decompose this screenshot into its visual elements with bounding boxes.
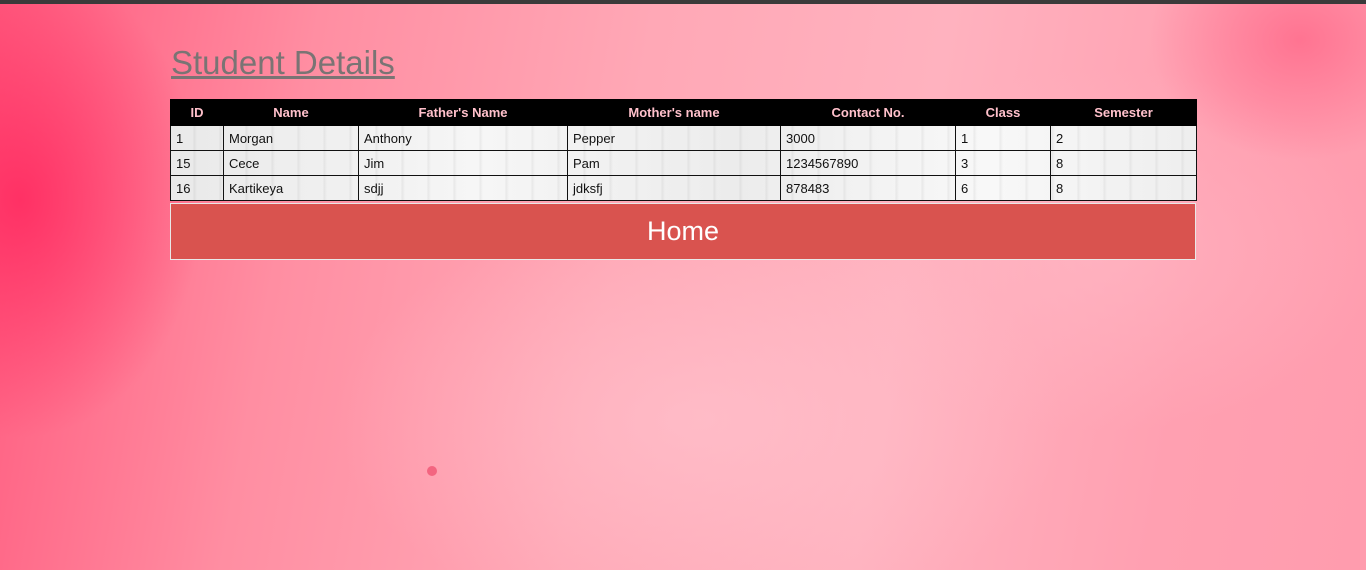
table-row: 1 Morgan Anthony Pepper 3000 1 2 bbox=[170, 125, 1197, 151]
column-header-class: Class bbox=[955, 99, 1051, 126]
column-header-fathers-name: Father's Name bbox=[358, 99, 568, 126]
cell-mothers-name: Pepper bbox=[567, 125, 781, 151]
cell-mothers-name: Pam bbox=[567, 150, 781, 176]
table-row: 15 Cece Jim Pam 1234567890 3 8 bbox=[170, 150, 1197, 176]
background-blot bbox=[427, 466, 437, 476]
cell-id: 15 bbox=[170, 150, 224, 176]
cell-contact: 878483 bbox=[780, 175, 956, 201]
page-title-link[interactable]: Student Details bbox=[171, 45, 395, 81]
table-header-row: ID Name Father's Name Mother's name Cont… bbox=[170, 99, 1197, 126]
browser-top-border bbox=[0, 0, 1366, 4]
cell-class: 1 bbox=[955, 125, 1051, 151]
column-header-mothers-name: Mother's name bbox=[567, 99, 781, 126]
column-header-id: ID bbox=[170, 99, 224, 126]
column-header-contact: Contact No. bbox=[780, 99, 956, 126]
cell-name: Cece bbox=[223, 150, 359, 176]
cell-fathers-name: Jim bbox=[358, 150, 568, 176]
home-button[interactable]: Home bbox=[170, 203, 1196, 260]
table-row: 16 Kartikeya sdjj jdksfj 878483 6 8 bbox=[170, 175, 1197, 201]
cell-semester: 8 bbox=[1050, 150, 1197, 176]
cell-class: 3 bbox=[955, 150, 1051, 176]
cell-id: 16 bbox=[170, 175, 224, 201]
cell-name: Morgan bbox=[223, 125, 359, 151]
cell-id: 1 bbox=[170, 125, 224, 151]
student-details-table: ID Name Father's Name Mother's name Cont… bbox=[170, 99, 1197, 201]
cell-contact: 1234567890 bbox=[780, 150, 956, 176]
cell-fathers-name: Anthony bbox=[358, 125, 568, 151]
main-container: Student Details ID Name Father's Name Mo… bbox=[170, 40, 1197, 260]
cell-semester: 8 bbox=[1050, 175, 1197, 201]
column-header-name: Name bbox=[223, 99, 359, 126]
cell-mothers-name: jdksfj bbox=[567, 175, 781, 201]
cell-fathers-name: sdjj bbox=[358, 175, 568, 201]
cell-semester: 2 bbox=[1050, 125, 1197, 151]
cell-contact: 3000 bbox=[780, 125, 956, 151]
column-header-semester: Semester bbox=[1050, 99, 1197, 126]
cell-name: Kartikeya bbox=[223, 175, 359, 201]
cell-class: 6 bbox=[955, 175, 1051, 201]
